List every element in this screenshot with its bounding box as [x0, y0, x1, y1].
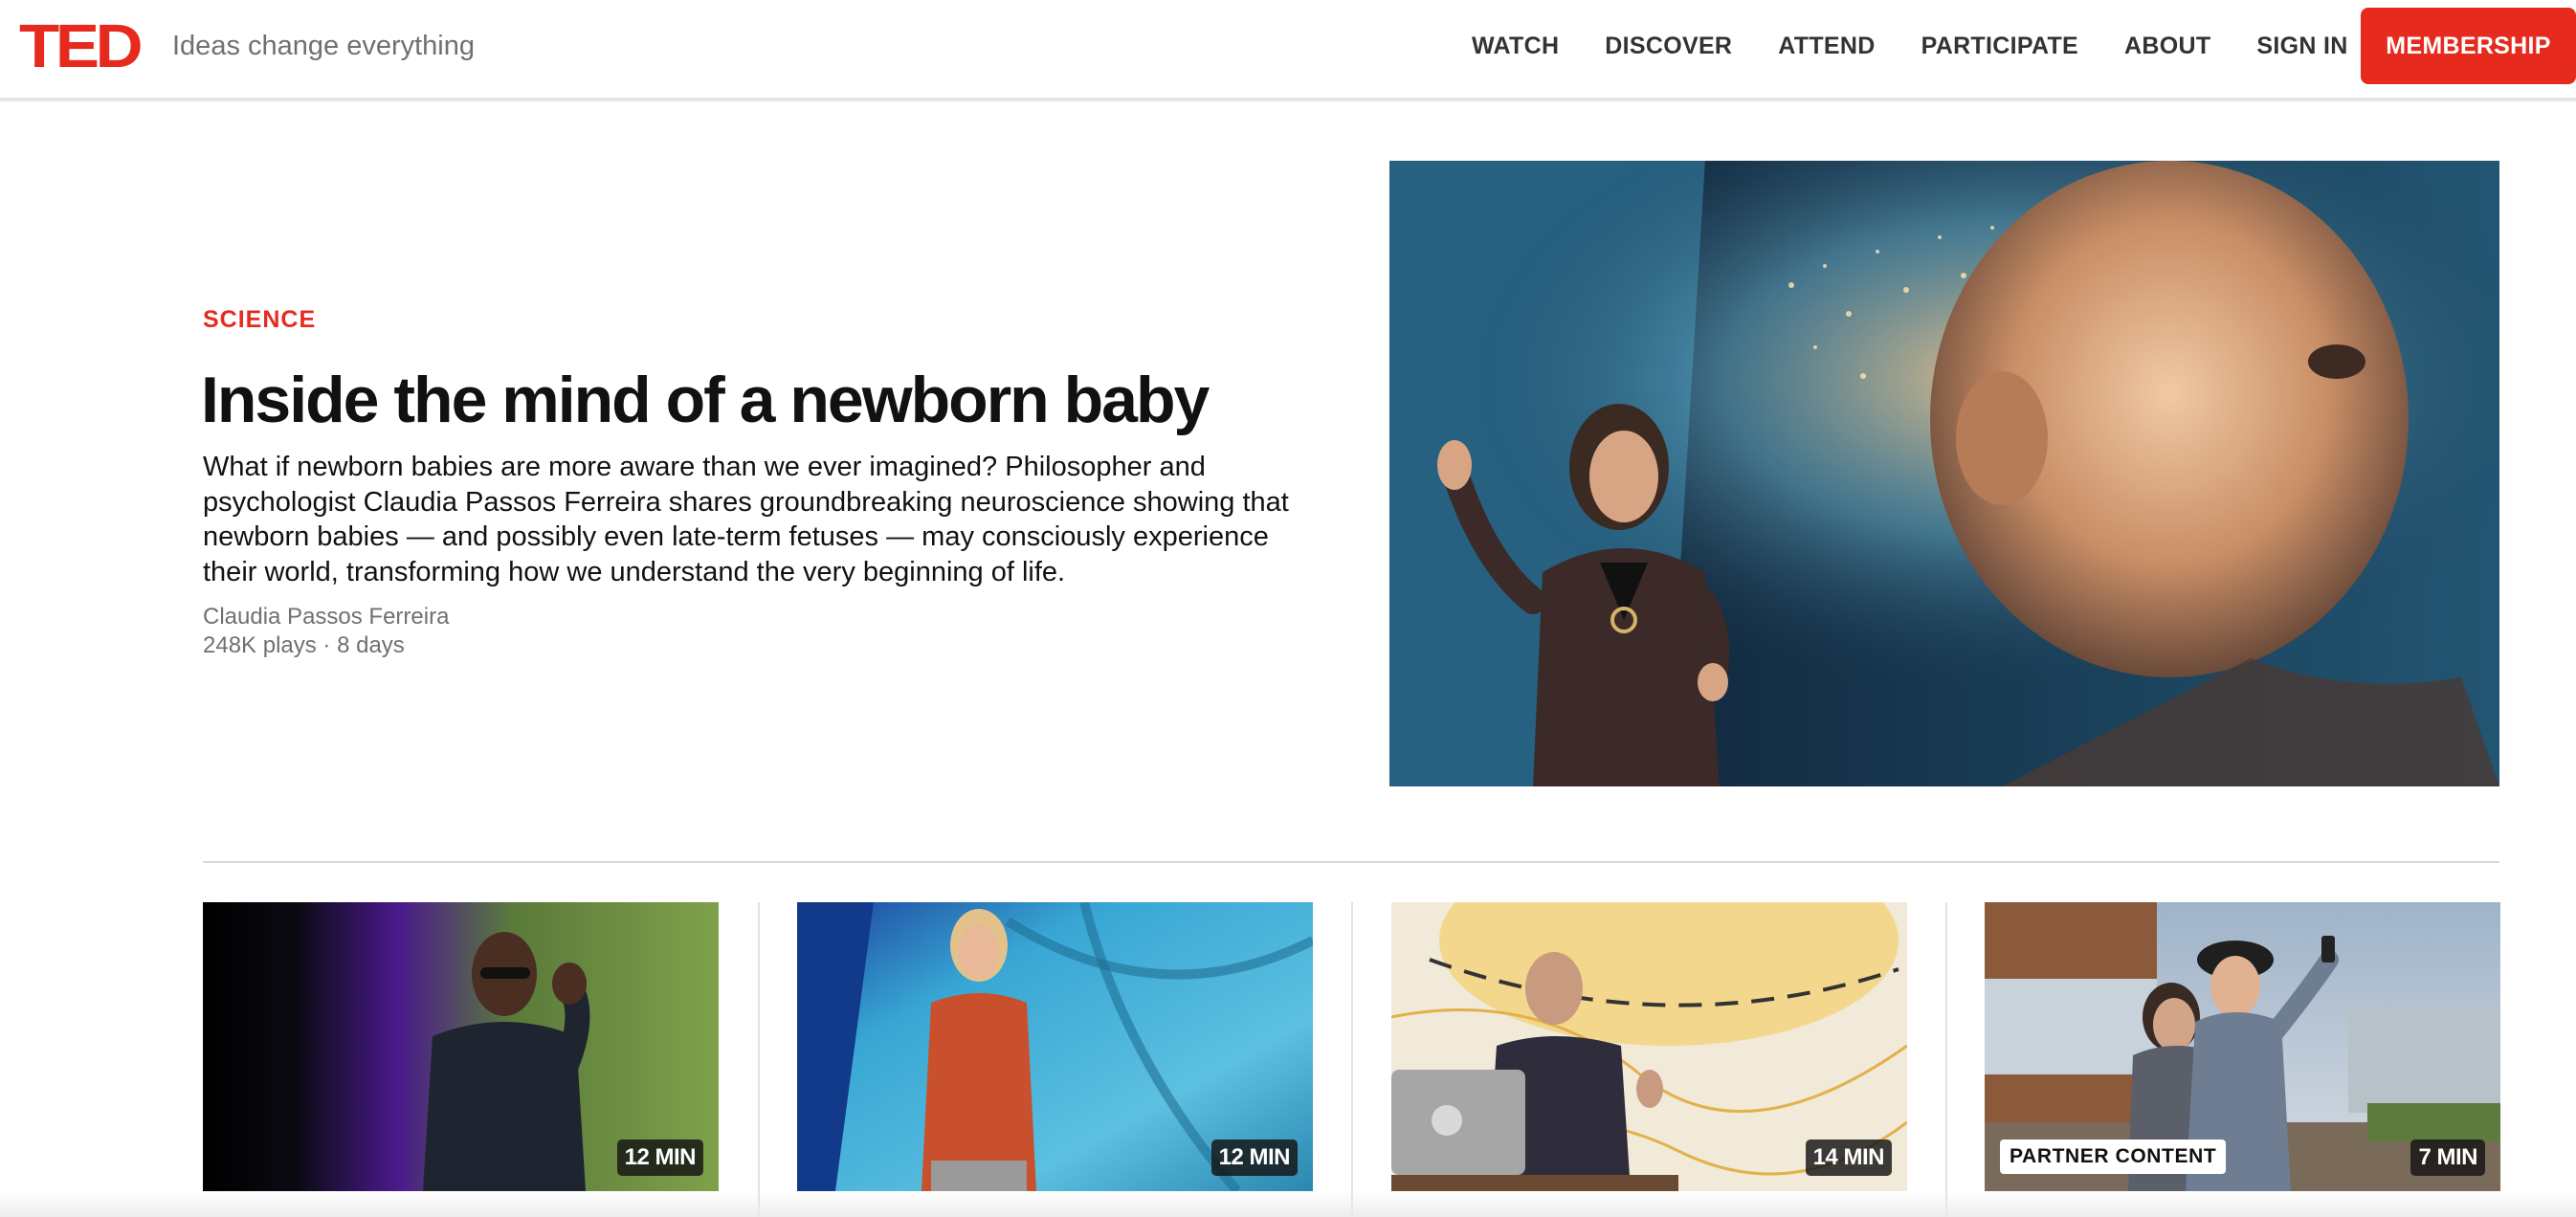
card-separator	[758, 902, 760, 1217]
hero-description: What if newborn babies are more aware th…	[203, 452, 1289, 587]
talk-card-3[interactable]: 14 MIN	[1391, 902, 1907, 1191]
scroll-fade	[0, 1190, 2576, 1217]
membership-button[interactable]: MEMBERSHIP	[2361, 8, 2576, 84]
duration-badge: 7 MIN	[2410, 1140, 2485, 1176]
hero-speaker[interactable]: Claudia Passos Ferreira	[203, 603, 449, 631]
nav-sign-in[interactable]: SIGN IN	[2256, 29, 2347, 63]
ted-logo[interactable]: TED	[19, 15, 144, 77]
hero-meta: Claudia Passos Ferreira 248K plays · 8 d…	[203, 603, 449, 660]
hero-stats: 248K plays · 8 days	[203, 632, 405, 658]
hero-thumbnail[interactable]	[1389, 161, 2499, 786]
duration-badge: 12 MIN	[1210, 1140, 1298, 1176]
tagline: Ideas change everything	[172, 31, 475, 61]
card-separator	[1945, 902, 1947, 1217]
main-nav: WATCH DISCOVER ATTEND PARTICIPATE ABOUT …	[1472, 29, 2394, 63]
nav-attend[interactable]: ATTEND	[1778, 29, 1875, 63]
partner-content-badge: PARTNER CONTENT	[2000, 1140, 2227, 1174]
duration-badge: 14 MIN	[1805, 1140, 1892, 1176]
card-separator	[1351, 902, 1353, 1217]
talk-card-4[interactable]: PARTNER CONTENT 7 MIN	[1985, 902, 2500, 1191]
hero-category[interactable]: SCIENCE	[203, 306, 316, 334]
duration-badge: 12 MIN	[616, 1140, 703, 1176]
nav-discover[interactable]: DISCOVER	[1605, 29, 1732, 63]
nav-participate[interactable]: PARTICIPATE	[1921, 29, 2078, 63]
talk-card-1[interactable]: 12 MIN	[203, 902, 719, 1191]
nav-about[interactable]: ABOUT	[2124, 29, 2210, 63]
site-header: TED Ideas change everything WATCH DISCOV…	[0, 0, 2576, 101]
hero-title[interactable]: Inside the mind of a newborn baby	[201, 362, 1210, 438]
nav-watch[interactable]: WATCH	[1472, 29, 1559, 63]
talk-card-2[interactable]: 12 MIN	[797, 902, 1313, 1191]
hero-illustration	[1389, 161, 2499, 786]
section-divider	[203, 861, 2499, 863]
